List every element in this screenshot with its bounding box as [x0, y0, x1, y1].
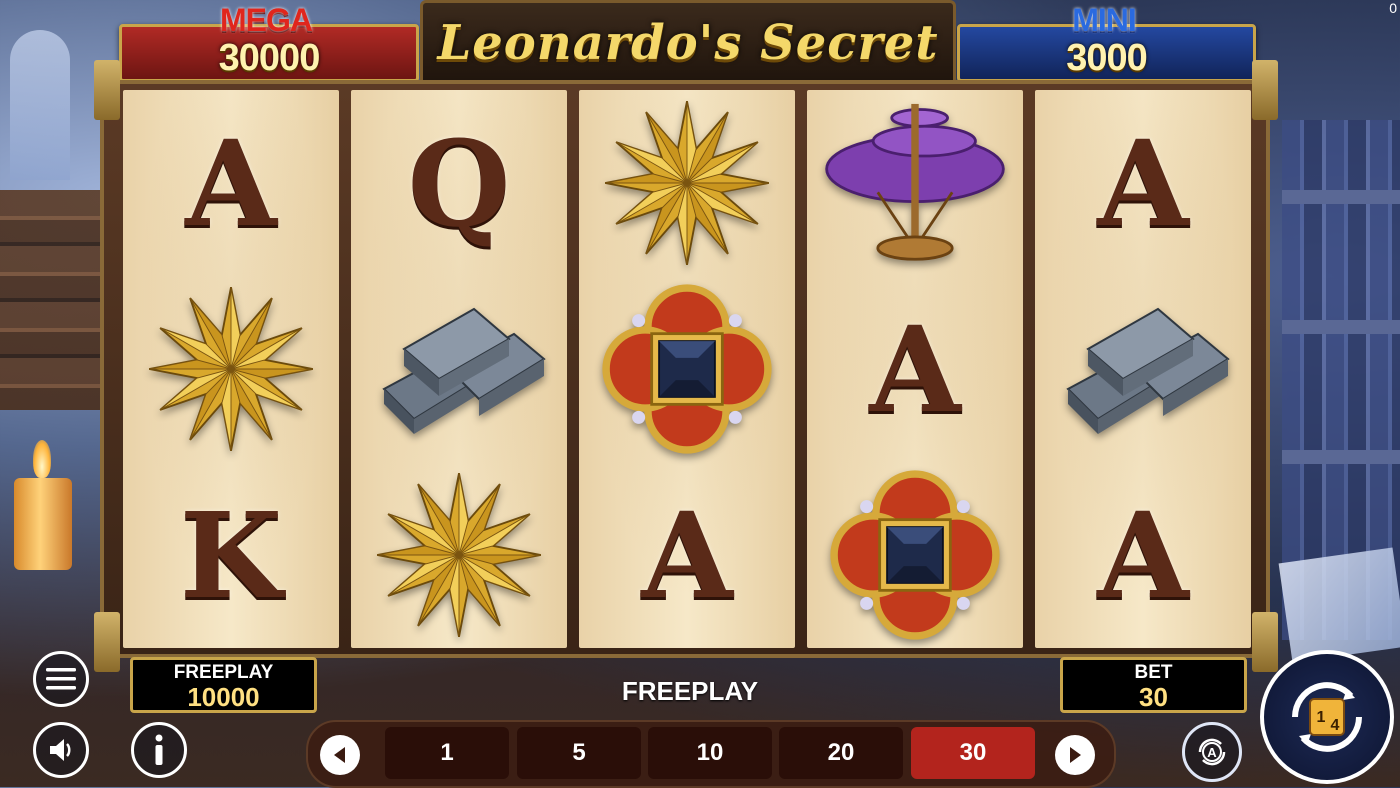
- symbol-iron-ingots: [1035, 276, 1251, 462]
- svg-text:4: 4: [1331, 717, 1340, 734]
- speaker-icon: [50, 739, 71, 761]
- candle-flame: [33, 440, 51, 478]
- status-text: FREEPLAY: [621, 676, 759, 706]
- shelf-plank: [1282, 320, 1400, 334]
- symbol-star-dodecahedron: [123, 276, 339, 462]
- vitruvian-sketch: [1278, 547, 1400, 663]
- mini-jackpot-label: MINI: [1072, 2, 1137, 38]
- symbol-letter: A: [641, 485, 733, 625]
- star-dodecahedron-icon: [604, 100, 770, 266]
- background-window: [10, 30, 70, 180]
- bet-option[interactable]: 1: [385, 727, 509, 779]
- arrow-left-icon: [334, 747, 345, 763]
- reel-3: A: [579, 90, 795, 648]
- symbol-letter: K: [179, 485, 283, 625]
- reel-2: Q: [351, 90, 567, 648]
- bet-box: BET 30: [1060, 657, 1247, 713]
- symbol-helicopter-machine: [807, 90, 1023, 276]
- balance-box: FREEPLAY 10000: [130, 657, 317, 713]
- symbol-letter: A: [869, 299, 961, 439]
- sound-button[interactable]: [33, 722, 89, 778]
- frame-corner: [94, 60, 120, 120]
- shelf-plank: [1282, 450, 1400, 464]
- symbol-star-dodecahedron: [579, 90, 795, 276]
- symbol-k: K: [123, 462, 339, 648]
- mini-jackpot-value: 3000: [1066, 37, 1148, 79]
- star-dodecahedron-icon: [148, 286, 314, 452]
- svg-text:1: 1: [1317, 709, 1326, 726]
- frame-corner: [94, 612, 120, 672]
- spin-button[interactable]: 1 4: [1260, 650, 1394, 784]
- symbol-star-dodecahedron: [351, 462, 567, 648]
- info-icon: [155, 734, 163, 765]
- frame-corner: [1252, 612, 1278, 672]
- symbol-a: A: [579, 462, 795, 648]
- bet-next-button[interactable]: [1055, 735, 1095, 775]
- mega-jackpot-value: 30000: [218, 37, 321, 79]
- bet-option[interactable]: 5: [517, 727, 641, 779]
- autoplay-button[interactable]: A: [1182, 722, 1242, 782]
- helicopter-machine-icon: [825, 103, 1005, 261]
- jeweled-medallion-icon: [830, 470, 1000, 640]
- symbol-letter: Q: [407, 113, 511, 253]
- balance-value: 10000: [187, 682, 260, 712]
- game-logo: Leonardo's Secret: [420, 0, 956, 86]
- symbol-letter: A: [185, 113, 277, 253]
- symbol-a: A: [1035, 90, 1251, 276]
- reel-5: A A: [1035, 90, 1251, 648]
- svg-text:A: A: [1207, 745, 1217, 760]
- bet-value: 30: [1139, 682, 1168, 712]
- symbol-iron-ingots: [351, 276, 567, 462]
- symbol-letter: A: [1097, 485, 1189, 625]
- menu-button[interactable]: [33, 651, 89, 707]
- corner-counter: 0: [1389, 0, 1397, 16]
- game-title: Leonardo's Secret: [437, 15, 939, 71]
- symbol-jeweled-medallion: [579, 276, 795, 462]
- autoplay-icon: A: [1198, 738, 1226, 766]
- hamburger-icon: [46, 668, 76, 690]
- symbol-a: A: [123, 90, 339, 276]
- bet-option[interactable]: 20: [779, 727, 903, 779]
- symbol-a: A: [1035, 462, 1251, 648]
- symbol-q: Q: [351, 90, 567, 276]
- shelf-plank: [1282, 190, 1400, 204]
- reel-1: AK: [123, 90, 339, 648]
- symbol-a: A: [807, 276, 1023, 462]
- bet-option[interactable]: 10: [648, 727, 772, 779]
- star-dodecahedron-icon: [376, 472, 542, 638]
- reel-4: A: [807, 90, 1023, 648]
- symbol-jeweled-medallion: [807, 462, 1023, 648]
- balance-label: FREEPLAY: [173, 662, 274, 683]
- spin-icon: 1 4: [1292, 682, 1362, 752]
- candle: [14, 478, 72, 570]
- info-button[interactable]: [131, 722, 187, 778]
- mega-jackpot-label: MEGA: [220, 2, 313, 38]
- iron-ingots-icon: [1066, 307, 1230, 434]
- jeweled-medallion-icon: [602, 284, 772, 454]
- symbol-letter: A: [1097, 113, 1189, 253]
- frame-corner: [1252, 60, 1278, 120]
- arrow-right-icon: [1070, 747, 1081, 763]
- iron-ingots-icon: [382, 307, 546, 434]
- bet-prev-button[interactable]: [320, 735, 360, 775]
- bet-option-selected[interactable]: 30: [911, 727, 1035, 779]
- bet-label: BET: [1134, 662, 1173, 683]
- background-books: [0, 190, 100, 410]
